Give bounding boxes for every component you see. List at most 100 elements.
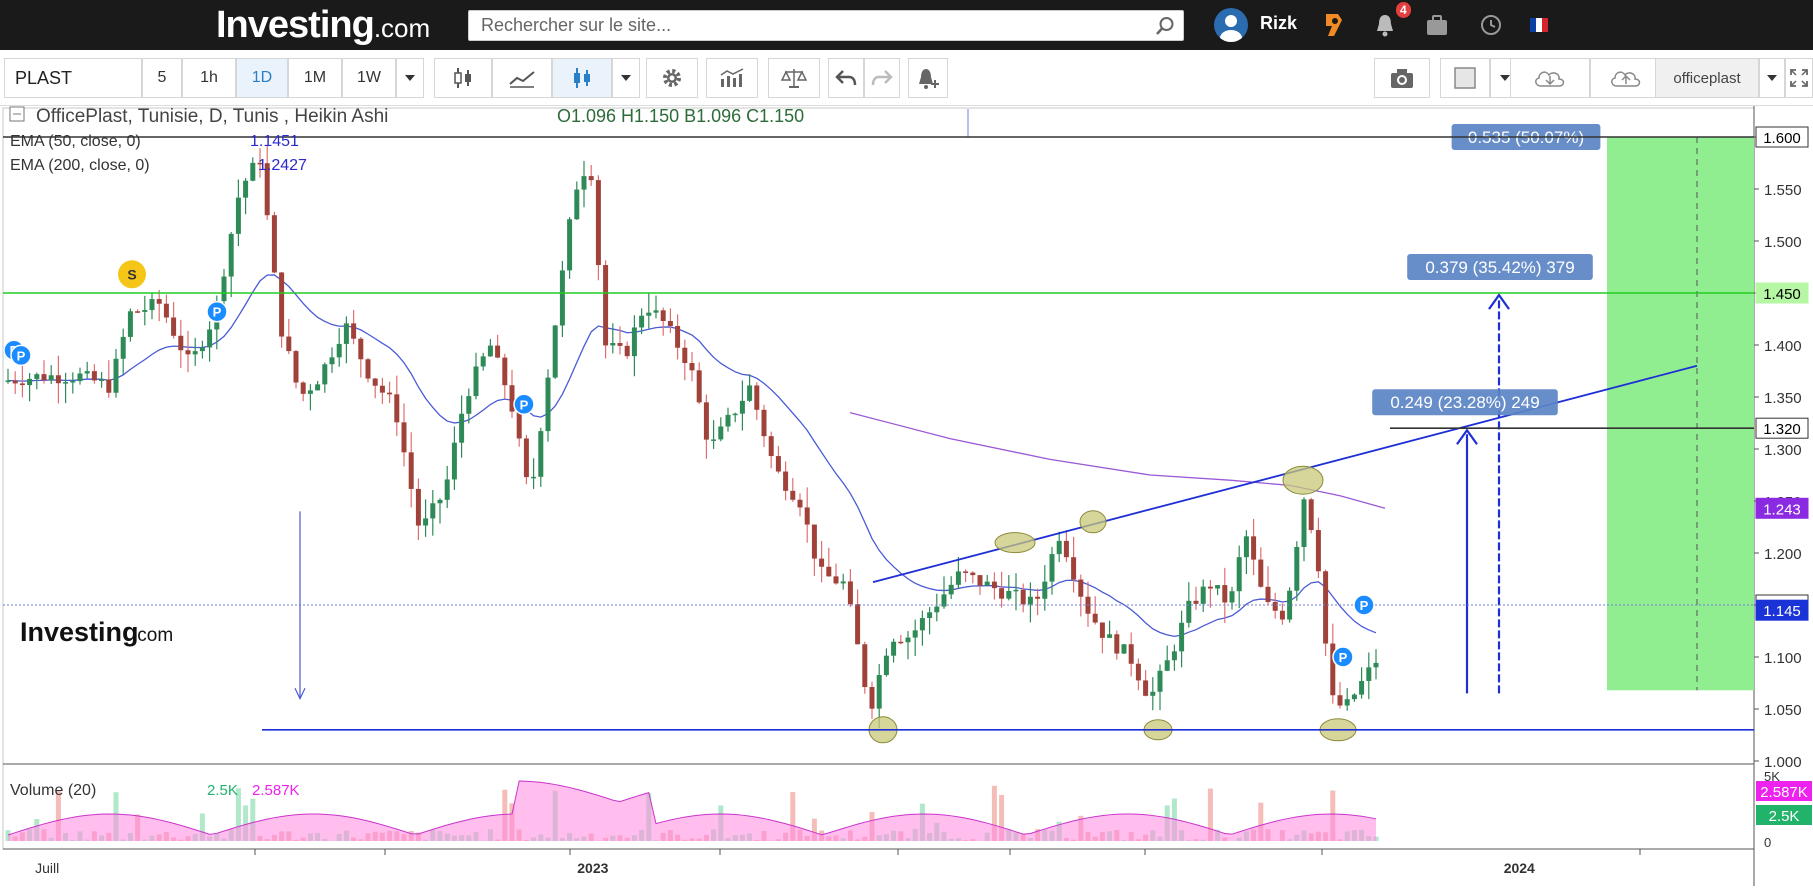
undo-button[interactable] [828, 58, 864, 98]
candle-body [646, 313, 651, 316]
ema-50-legend-label: EMA (50, close, 0) [10, 133, 141, 150]
price-tick-label: 1.100 [1764, 650, 1802, 667]
search-icon[interactable] [1155, 16, 1175, 36]
candle-body [1028, 597, 1033, 605]
candle-body [927, 612, 932, 618]
top-navigation-bar: Investing.com Rizk 4 [0, 0, 1813, 50]
settings-button[interactable] [646, 58, 698, 98]
interval-dropdown-button[interactable] [396, 58, 424, 98]
cloud-upload-icon [1608, 66, 1644, 90]
cloud-download-icon [1532, 66, 1568, 90]
candle-body [114, 359, 119, 393]
portfolio-icon[interactable] [1424, 12, 1450, 38]
candle-body [884, 656, 889, 675]
candle-body [1237, 557, 1242, 591]
username[interactable]: Rizk [1260, 13, 1297, 34]
interval-1d-button[interactable]: 1D [236, 58, 288, 98]
candle-body [308, 390, 313, 393]
search-input[interactable] [469, 11, 1129, 40]
volume-average-legend-value: 2.587K [252, 782, 300, 799]
price-badge: 1.450 [1756, 283, 1808, 303]
candle-body [495, 346, 500, 358]
indicators-icon [719, 67, 745, 89]
french-flag-icon[interactable] [1530, 18, 1548, 32]
candle-body [1359, 681, 1364, 695]
investing-logo[interactable]: Investing.com [216, 4, 430, 47]
candle-body [877, 675, 882, 709]
chart-name-dropdown-button[interactable] [1759, 58, 1785, 98]
bell-icon[interactable] [1372, 12, 1398, 38]
candle-body [150, 299, 155, 310]
time-axis-label: 2024 [1504, 860, 1535, 876]
price-chart[interactable]: 0.535 (50.07%)0.379 (35.42%) 3790.249 (2… [0, 106, 1813, 886]
candle-body [1194, 601, 1199, 604]
candle-body [819, 559, 824, 567]
candle-body [1338, 695, 1343, 705]
pro-icon[interactable] [1320, 12, 1346, 38]
candle-body [193, 351, 198, 354]
candle-body [1114, 634, 1119, 653]
candle-chart-type-button[interactable] [552, 58, 612, 98]
candle-body [603, 265, 608, 345]
screenshot-button[interactable] [1374, 58, 1430, 98]
volume-legend-value: 2.5K [207, 782, 238, 799]
event-marker-label: P [17, 348, 26, 363]
candle-body [294, 351, 299, 382]
candle-body [654, 310, 659, 312]
candle-body [574, 190, 579, 220]
load-chart-button[interactable] [1510, 58, 1590, 98]
line-chart-type-button[interactable] [492, 58, 552, 98]
redo-button[interactable] [864, 58, 900, 98]
chart-name-button[interactable]: officeplast [1655, 58, 1759, 98]
candle-body [546, 378, 551, 432]
interval-1m-button[interactable]: 1M [288, 58, 342, 98]
candle-body [697, 370, 702, 402]
candle-body [178, 336, 183, 350]
symbol-input[interactable]: PLAST [4, 58, 142, 98]
compare-button[interactable] [768, 58, 820, 98]
candle-body [1345, 699, 1350, 705]
candle-body [949, 585, 954, 595]
price-badge-text: 1.243 [1763, 501, 1801, 518]
candle-body [34, 374, 39, 379]
candle-body [1071, 557, 1076, 579]
price-badge: 1.243 [1756, 498, 1808, 518]
caret-down-icon [1767, 75, 1777, 81]
candle-body [351, 323, 356, 338]
chart-type-dropdown-button[interactable] [612, 58, 640, 98]
candle-body [452, 443, 457, 480]
fullscreen-button[interactable] [1785, 58, 1813, 98]
measure-annotation-text: 0.379 (35.42%) 379 [1425, 258, 1574, 277]
candle-body [524, 438, 529, 477]
target-zone [1607, 137, 1754, 690]
candle-body [610, 343, 615, 345]
candle-body [1107, 634, 1112, 638]
candle-body [718, 426, 723, 439]
candle-body [1136, 664, 1141, 681]
gear-icon [660, 66, 684, 90]
candle-body [790, 491, 795, 500]
price-tick-label: 1.050 [1764, 702, 1802, 719]
candle-body [1215, 585, 1220, 588]
add-alert-button[interactable] [908, 58, 948, 98]
clock-icon[interactable] [1478, 12, 1504, 38]
candle-body [517, 412, 522, 439]
bar-chart-type-button[interactable] [434, 58, 492, 98]
user-avatar[interactable] [1214, 8, 1248, 42]
layout-button[interactable] [1440, 58, 1490, 98]
fullscreen-icon [1789, 68, 1809, 88]
candle-body [171, 317, 176, 335]
candle-body [1244, 536, 1249, 557]
save-chart-button[interactable] [1590, 58, 1662, 98]
candle-body [639, 316, 644, 328]
interval-1h-button[interactable]: 1h [182, 58, 236, 98]
candle-body [1316, 530, 1321, 571]
candle-body [85, 371, 90, 373]
indicators-button[interactable] [706, 58, 758, 98]
interval-1w-button[interactable]: 1W [342, 58, 396, 98]
candle-body [1172, 651, 1177, 660]
interval-5-button[interactable]: 5 [142, 58, 182, 98]
candle-body [272, 215, 277, 272]
candle-body [618, 343, 623, 346]
chart-area[interactable]: 0.535 (50.07%)0.379 (35.42%) 3790.249 (2… [0, 106, 1813, 886]
